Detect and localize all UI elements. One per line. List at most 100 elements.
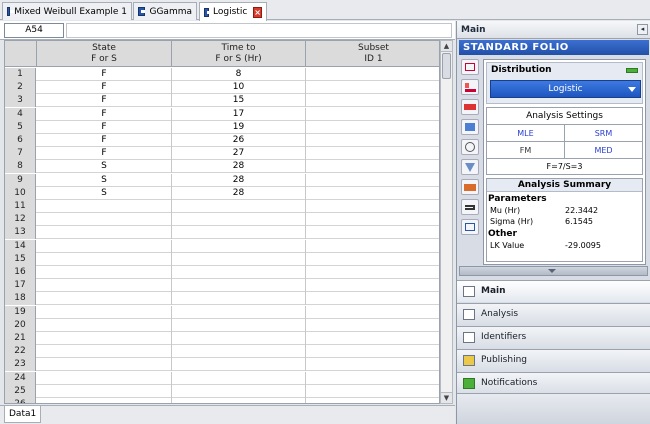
grid-cell-subset[interactable] xyxy=(306,319,439,332)
grid-cell-subset[interactable] xyxy=(306,398,439,403)
grid-cell-subset[interactable] xyxy=(306,253,439,266)
grid-cell-state[interactable]: F xyxy=(37,94,172,108)
grid-cell-subset[interactable] xyxy=(306,174,439,187)
row-number[interactable]: 17 xyxy=(5,279,36,293)
row-number[interactable]: 13 xyxy=(5,226,36,240)
grid-cell-subset[interactable] xyxy=(306,134,439,147)
collapse-panel-icon[interactable]: ◂ xyxy=(637,24,648,35)
srm-option[interactable]: SRM xyxy=(565,125,642,142)
scroll-thumb[interactable] xyxy=(442,53,451,79)
nav-identifiers[interactable]: Identifiers xyxy=(457,326,650,348)
fm-option[interactable]: FM xyxy=(487,142,565,159)
grid-cell-time[interactable]: 8 xyxy=(172,68,306,81)
grid-cell-state[interactable] xyxy=(37,200,172,213)
grid-cell-time[interactable] xyxy=(172,358,306,372)
grid-cell-subset[interactable] xyxy=(306,187,439,200)
grid-cell-time[interactable] xyxy=(172,305,306,319)
row-number[interactable]: 23 xyxy=(5,358,36,372)
report-icon[interactable] xyxy=(461,219,479,235)
grid-cell-state[interactable] xyxy=(37,398,172,403)
grid-cell-state[interactable] xyxy=(37,384,172,398)
row-number[interactable]: 16 xyxy=(5,266,36,279)
row-number[interactable]: 14 xyxy=(5,239,36,253)
row-number[interactable]: 19 xyxy=(5,305,36,319)
row-number[interactable]: 22 xyxy=(5,345,36,359)
grid-cell-time[interactable]: 27 xyxy=(172,147,306,161)
grid-cell-time[interactable] xyxy=(172,200,306,213)
grid-cell-subset[interactable] xyxy=(306,213,439,226)
row-number[interactable]: 9 xyxy=(5,173,36,187)
grid-cell-state[interactable] xyxy=(37,279,172,293)
grid-cell-state[interactable]: S xyxy=(37,186,172,200)
row-number[interactable]: 11 xyxy=(5,200,36,213)
nav-main[interactable]: Main xyxy=(457,280,650,302)
scroll-down-icon[interactable]: ▼ xyxy=(441,392,452,403)
grid-cell-state[interactable] xyxy=(37,305,172,319)
grid-cell-state[interactable]: F xyxy=(37,107,172,121)
row-number[interactable]: 5 xyxy=(5,120,36,134)
batch-icon[interactable] xyxy=(461,119,479,135)
grid-cell-state[interactable] xyxy=(37,292,172,306)
nav-publishing[interactable]: Publishing xyxy=(457,349,650,371)
mle-option[interactable]: MLE xyxy=(487,125,565,142)
grid-cell-subset[interactable] xyxy=(306,266,439,279)
formula-input[interactable] xyxy=(66,23,452,38)
grid-cell-subset[interactable] xyxy=(306,200,439,213)
grid-cell-time[interactable] xyxy=(172,318,306,332)
grid-cell-subset[interactable] xyxy=(306,279,439,292)
grid-cell-time[interactable]: 19 xyxy=(172,120,306,134)
grid-cell-time[interactable] xyxy=(172,252,306,266)
grid-cell-time[interactable] xyxy=(172,213,306,227)
row-number[interactable]: 26 xyxy=(5,398,36,403)
row-number[interactable]: 6 xyxy=(5,134,36,147)
grid-cell-subset[interactable] xyxy=(306,226,439,239)
row-number[interactable]: 12 xyxy=(5,213,36,227)
row-number[interactable]: 18 xyxy=(5,292,36,306)
row-number[interactable]: 25 xyxy=(5,384,36,398)
grid-cell-state[interactable] xyxy=(37,332,172,345)
grid-cell-state[interactable] xyxy=(37,371,172,385)
grid-cell-subset[interactable] xyxy=(306,160,439,173)
grid-cell-state[interactable]: S xyxy=(37,173,172,187)
filter-icon[interactable] xyxy=(461,159,479,175)
corner-cell[interactable] xyxy=(5,41,37,67)
grid-cell-state[interactable] xyxy=(37,345,172,359)
grid-cell-state[interactable] xyxy=(37,213,172,227)
row-number[interactable]: 3 xyxy=(5,94,36,108)
grid-cell-time[interactable] xyxy=(172,292,306,306)
calculation-table-icon[interactable] xyxy=(461,179,479,195)
grid-cell-subset[interactable] xyxy=(306,81,439,94)
panel-splitter[interactable] xyxy=(459,266,648,276)
grid-cell-time[interactable]: 17 xyxy=(172,107,306,121)
transfer-icon[interactable] xyxy=(461,199,479,215)
med-option[interactable]: MED xyxy=(565,142,642,159)
grid-cell-subset[interactable] xyxy=(306,372,439,385)
calculate-icon[interactable] xyxy=(461,59,479,75)
sheet-tab-data1[interactable]: Data1 xyxy=(4,406,42,423)
grid-cell-subset[interactable] xyxy=(306,121,439,134)
grid-cell-time[interactable] xyxy=(172,226,306,240)
tab-logistic[interactable]: Logistic × xyxy=(199,2,267,21)
grid-cell-state[interactable]: S xyxy=(37,160,172,174)
grid-cell-time[interactable]: 26 xyxy=(172,134,306,147)
scroll-up-icon[interactable]: ▲ xyxy=(441,41,452,52)
grid-cell-time[interactable]: 10 xyxy=(172,81,306,95)
plot-icon[interactable] xyxy=(461,79,479,95)
qcp-icon[interactable] xyxy=(461,99,479,115)
grid-cell-time[interactable] xyxy=(172,384,306,398)
grid-cell-state[interactable] xyxy=(37,358,172,372)
grid-cell-time[interactable] xyxy=(172,371,306,385)
grid-cell-subset[interactable] xyxy=(306,358,439,371)
distribution-select[interactable]: Logistic xyxy=(490,80,641,98)
grid-cell-state[interactable] xyxy=(37,252,172,266)
tab-ggamma[interactable]: GGamma xyxy=(133,2,197,20)
grid-cell-time[interactable]: 15 xyxy=(172,94,306,108)
nav-notifications[interactable]: Notifications xyxy=(457,372,650,394)
grid-cell-subset[interactable] xyxy=(306,68,439,81)
grid-cell-time[interactable] xyxy=(172,279,306,293)
column-header-state[interactable]: State F or S xyxy=(37,41,172,67)
column-header-subset[interactable]: Subset ID 1 xyxy=(306,41,439,67)
row-number[interactable]: 21 xyxy=(5,332,36,345)
row-number[interactable]: 1 xyxy=(5,68,36,81)
column-header-time[interactable]: Time to F or S (Hr) xyxy=(172,41,306,67)
